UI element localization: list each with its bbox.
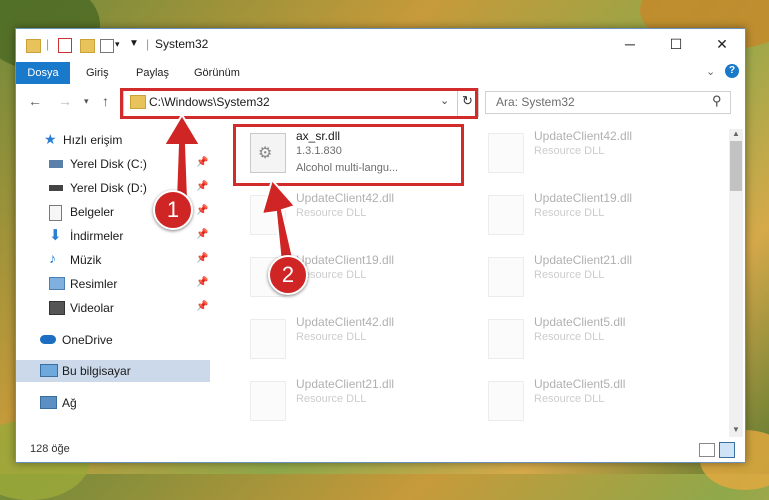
arrow-2 [260, 177, 297, 264]
step-1-badge: 1 [153, 190, 193, 230]
annotation-arrows [162, 113, 297, 264]
arrow-1 [162, 113, 202, 201]
step-2-badge: 2 [268, 255, 308, 295]
